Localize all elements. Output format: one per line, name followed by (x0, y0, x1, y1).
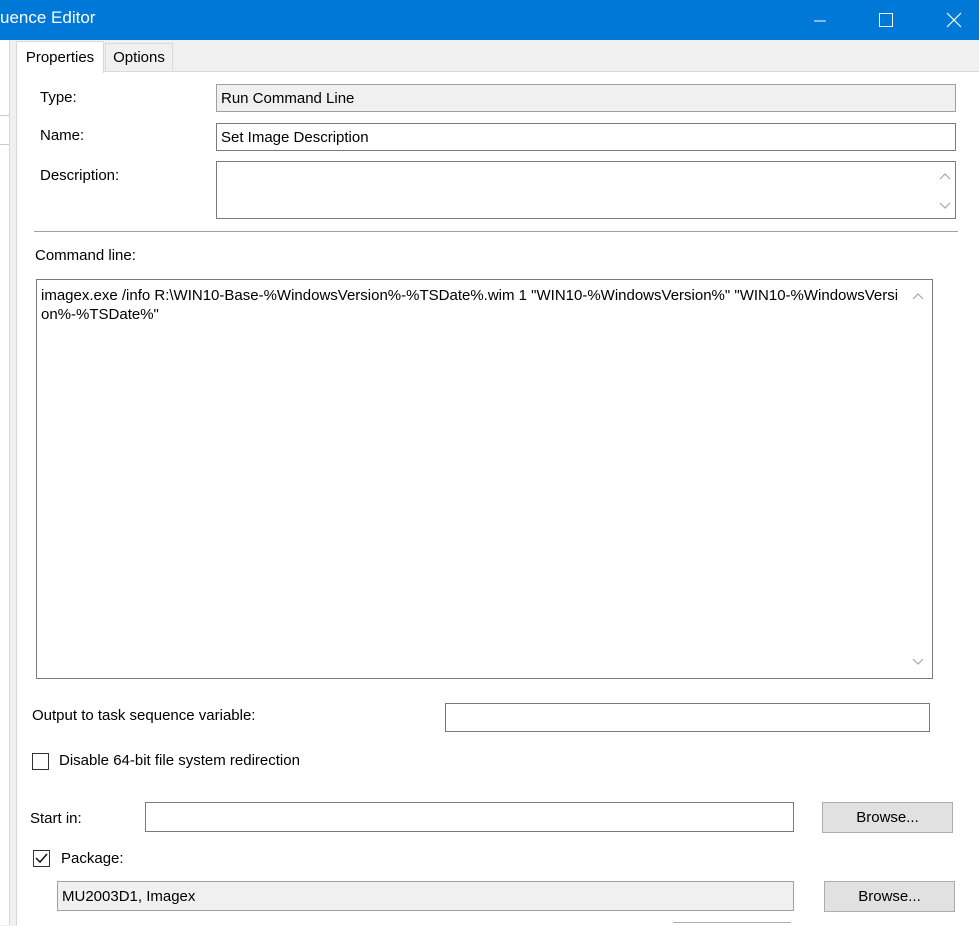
output-variable-input[interactable] (445, 703, 930, 732)
close-icon (946, 12, 961, 28)
disable-redirection-checkbox[interactable] (32, 753, 49, 770)
command-line-scrollbar[interactable] (904, 280, 932, 678)
tab-options[interactable]: Options (105, 43, 173, 70)
command-line-input[interactable]: imagex.exe /info R:\WIN10-Base-%WindowsV… (36, 279, 933, 679)
description-label: Description: (40, 167, 120, 184)
start-in-label: Start in: (30, 810, 82, 827)
name-label: Name: (40, 127, 85, 144)
disable-redirection-label: Disable 64-bit file system redirection (59, 752, 300, 769)
start-in-browse-button[interactable]: Browse... (822, 802, 953, 833)
package-label: Package: (61, 850, 124, 867)
maximize-icon (879, 13, 893, 27)
scroll-up-icon[interactable] (935, 166, 955, 186)
title-bar: uence Editor (0, 0, 979, 40)
section-separator (34, 231, 958, 232)
scroll-down-icon[interactable] (935, 196, 955, 216)
checkmark-icon (35, 853, 48, 864)
scroll-up-icon[interactable] (908, 286, 928, 306)
start-in-input[interactable] (145, 802, 794, 832)
partial-control-edge (673, 922, 791, 923)
window-title: uence Editor (0, 8, 96, 27)
close-button[interactable] (928, 0, 979, 40)
package-field: MU2003D1, Imagex (57, 881, 794, 911)
description-input[interactable] (216, 161, 956, 219)
output-variable-label: Output to task sequence variable: (32, 707, 256, 724)
package-browse-button[interactable]: Browse... (824, 881, 955, 912)
tab-properties[interactable]: Properties (16, 41, 104, 73)
package-checkbox[interactable] (33, 850, 50, 867)
left-pane-divider (0, 115, 9, 145)
command-line-label: Command line: (35, 247, 136, 264)
left-pane-edge (0, 40, 10, 925)
type-field: Run Command Line (216, 84, 956, 112)
maximize-button[interactable] (857, 0, 915, 40)
name-input[interactable]: Set Image Description (216, 123, 956, 151)
type-label: Type: (40, 89, 77, 106)
description-scrollbar[interactable] (935, 162, 955, 218)
minimize-button[interactable] (791, 0, 849, 40)
scroll-down-icon[interactable] (908, 652, 928, 672)
command-line-text: imagex.exe /info R:\WIN10-Base-%WindowsV… (41, 287, 899, 323)
minimize-icon (814, 20, 826, 22)
